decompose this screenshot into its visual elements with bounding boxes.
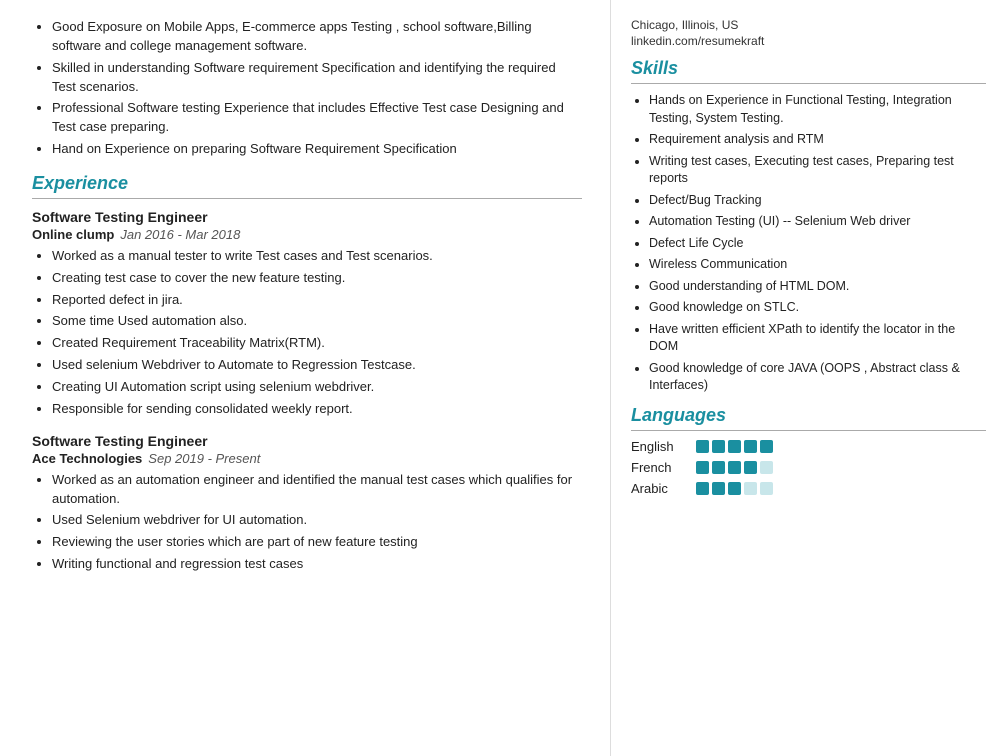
skill-item: Defect Life Cycle bbox=[649, 235, 986, 253]
objective-list: Good Exposure on Mobile Apps, E-commerce… bbox=[32, 18, 582, 159]
exp-bullet: Reviewing the user stories which are par… bbox=[52, 533, 582, 552]
exp-bullet: Responsible for sending consolidated wee… bbox=[52, 400, 582, 419]
dot-filled bbox=[712, 461, 725, 474]
skills-section-title: Skills bbox=[631, 58, 986, 79]
dot-empty bbox=[744, 482, 757, 495]
exp-bullet: Worked as an automation engineer and ide… bbox=[52, 471, 582, 509]
exp-company: Ace Technologies bbox=[32, 451, 142, 466]
exp-bullet: Writing functional and regression test c… bbox=[52, 555, 582, 574]
objective-bullet: Professional Software testing Experience… bbox=[52, 99, 582, 137]
exp-dates: Sep 2019 - Present bbox=[148, 451, 260, 466]
dot-filled bbox=[728, 482, 741, 495]
exp-bullet: Used selenium Webdriver to Automate to R… bbox=[52, 356, 582, 375]
language-dots bbox=[696, 440, 773, 453]
skill-item: Wireless Communication bbox=[649, 256, 986, 274]
exp-bullet: Reported defect in jira. bbox=[52, 291, 582, 310]
exp-bullet: Creating UI Automation script using sele… bbox=[52, 378, 582, 397]
language-dots bbox=[696, 461, 773, 474]
experience-block: Software Testing Engineer Ace Technologie… bbox=[32, 433, 582, 574]
exp-company-line: Online clump Jan 2016 - Mar 2018 bbox=[32, 227, 582, 242]
exp-bullet: Worked as a manual tester to write Test … bbox=[52, 247, 582, 266]
exp-bullets: Worked as a manual tester to write Test … bbox=[32, 247, 582, 419]
experience-blocks: Software Testing Engineer Online clump Jan… bbox=[32, 209, 582, 574]
dot-filled bbox=[728, 461, 741, 474]
linkedin: linkedin.com/resumekraft bbox=[631, 34, 986, 48]
objective-bullet: Hand on Experience on preparing Software… bbox=[52, 140, 582, 159]
languages-section-title: Languages bbox=[631, 405, 986, 426]
dot-filled bbox=[728, 440, 741, 453]
skill-item: Automation Testing (UI) -- Selenium Web … bbox=[649, 213, 986, 231]
dot-filled bbox=[696, 461, 709, 474]
skill-item: Writing test cases, Executing test cases… bbox=[649, 153, 986, 188]
skill-item: Good understanding of HTML DOM. bbox=[649, 278, 986, 296]
dot-filled bbox=[696, 482, 709, 495]
skills-list: Hands on Experience in Functional Testin… bbox=[631, 92, 986, 395]
experience-section-title: Experience bbox=[32, 173, 582, 194]
location: Chicago, Illinois, US bbox=[631, 18, 986, 32]
dot-empty bbox=[760, 482, 773, 495]
language-name: English bbox=[631, 439, 696, 454]
left-column: Good Exposure on Mobile Apps, E-commerce… bbox=[0, 0, 610, 756]
skill-item: Defect/Bug Tracking bbox=[649, 192, 986, 210]
language-name: Arabic bbox=[631, 481, 696, 496]
dot-filled bbox=[744, 440, 757, 453]
exp-bullet: Created Requirement Traceability Matrix(… bbox=[52, 334, 582, 353]
skill-item: Requirement analysis and RTM bbox=[649, 131, 986, 149]
objective-bullet: Skilled in understanding Software requir… bbox=[52, 59, 582, 97]
skill-item: Hands on Experience in Functional Testin… bbox=[649, 92, 986, 127]
language-name: French bbox=[631, 460, 696, 475]
languages-divider bbox=[631, 430, 986, 431]
dot-filled bbox=[744, 461, 757, 474]
resume-container: Good Exposure on Mobile Apps, E-commerce… bbox=[0, 0, 1006, 756]
exp-company: Online clump bbox=[32, 227, 114, 242]
languages-list: English French Arabic bbox=[631, 439, 986, 496]
language-row: Arabic bbox=[631, 481, 986, 496]
skill-item: Have written efficient XPath to identify… bbox=[649, 321, 986, 356]
experience-block: Software Testing Engineer Online clump Jan… bbox=[32, 209, 582, 419]
language-row: English bbox=[631, 439, 986, 454]
skill-item: Good knowledge on STLC. bbox=[649, 299, 986, 317]
exp-dates: Jan 2016 - Mar 2018 bbox=[120, 227, 240, 242]
exp-bullet: Creating test case to cover the new feat… bbox=[52, 269, 582, 288]
exp-bullets: Worked as an automation engineer and ide… bbox=[32, 471, 582, 574]
exp-bullet: Some time Used automation also. bbox=[52, 312, 582, 331]
exp-bullet: Used Selenium webdriver for UI automatio… bbox=[52, 511, 582, 530]
dot-filled bbox=[712, 482, 725, 495]
skills-divider bbox=[631, 83, 986, 84]
language-dots bbox=[696, 482, 773, 495]
dot-filled bbox=[712, 440, 725, 453]
exp-title: Software Testing Engineer bbox=[32, 433, 582, 449]
exp-title: Software Testing Engineer bbox=[32, 209, 582, 225]
dot-empty bbox=[760, 461, 773, 474]
dot-filled bbox=[760, 440, 773, 453]
language-row: French bbox=[631, 460, 986, 475]
objective-bullet: Good Exposure on Mobile Apps, E-commerce… bbox=[52, 18, 582, 56]
experience-divider bbox=[32, 198, 582, 199]
right-column: Chicago, Illinois, US linkedin.com/resum… bbox=[610, 0, 1006, 756]
dot-filled bbox=[696, 440, 709, 453]
skill-item: Good knowledge of core JAVA (OOPS , Abst… bbox=[649, 360, 986, 395]
exp-company-line: Ace Technologies Sep 2019 - Present bbox=[32, 451, 582, 466]
